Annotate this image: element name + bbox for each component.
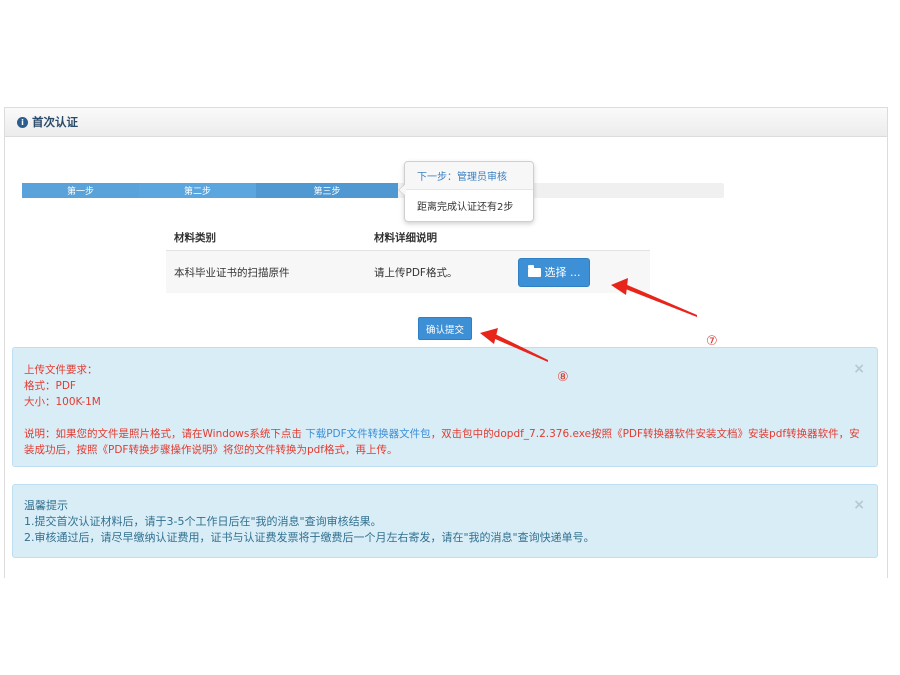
header-material-description: 材料详细说明: [374, 231, 437, 244]
upload-note: 说明：如果您的文件是照片格式，请在Windows系统下点击 下载PDF文件转换器…: [24, 426, 863, 458]
panel-header: i 首次认证: [5, 108, 887, 137]
progress-fill: 第一步 第二步 第三步: [22, 183, 398, 198]
step-3: 第三步: [256, 183, 398, 198]
step-2: 第二步: [139, 183, 256, 198]
tips-line-1: 1.提交首次认证材料后，请于3-5个工作日后在"我的消息"查询审核结果。: [24, 515, 382, 528]
header-material-category: 材料类别: [174, 231, 216, 244]
material-description-cell: 请上传PDF格式。: [374, 266, 458, 279]
choose-file-button[interactable]: 选择 ...: [518, 257, 590, 287]
panel-title: 首次认证: [32, 115, 78, 129]
upload-requirements-alert: × 上传文件要求： 格式：PDF 大小：100K-1M 说明：如果您的文件是照片…: [12, 347, 878, 467]
folder-open-icon: [527, 264, 541, 277]
popover-body: 距离完成认证还有2步: [417, 202, 514, 213]
upload-format: 格式：PDF: [24, 380, 76, 392]
upload-heading: 上传文件要求：: [24, 364, 98, 376]
confirm-submit-button[interactable]: 确认提交: [418, 317, 472, 340]
table-row: 本科毕业证书的扫描原件 请上传PDF格式。 选择 ...: [166, 251, 650, 293]
info-circle-icon: i: [17, 116, 28, 128]
choose-file-label: 选择 ...: [544, 266, 581, 279]
tips-heading: 温馨提示: [24, 499, 68, 512]
next-step-popover: 下一步：管理员审核 距离完成认证还有2步: [398, 161, 534, 222]
upload-size: 大小：100K-1M: [24, 396, 101, 408]
tips-alert: × 温馨提示 1.提交首次认证材料后，请于3-5个工作日后在"我的消息"查询审核…: [12, 484, 878, 558]
material-category-cell: 本科毕业证书的扫描原件: [174, 266, 290, 279]
download-converter-link[interactable]: 下载PDF文件转换器文件包: [305, 428, 430, 440]
popover-title: 下一步：管理员审核: [405, 162, 533, 190]
close-icon[interactable]: ×: [853, 497, 865, 513]
upload-note-prefix: 说明：如果您的文件是照片格式，请在Windows系统下点击: [24, 428, 302, 440]
annotation-marker-7: ⑦: [706, 334, 718, 349]
table-header-row: 材料类别 材料详细说明: [166, 224, 650, 251]
step-progress-bar: 第一步 第二步 第三步: [22, 183, 724, 198]
step-1: 第一步: [22, 183, 139, 198]
materials-table: 材料类别 材料详细说明 本科毕业证书的扫描原件 请上传PDF格式。 选择 ...: [166, 224, 650, 293]
tips-line-2: 2.审核通过后，请尽早缴纳认证费用，证书与认证费发票将于缴费后一个月左右寄发，请…: [24, 531, 595, 544]
close-icon[interactable]: ×: [853, 361, 865, 377]
annotation-marker-8: ⑧: [557, 370, 569, 385]
